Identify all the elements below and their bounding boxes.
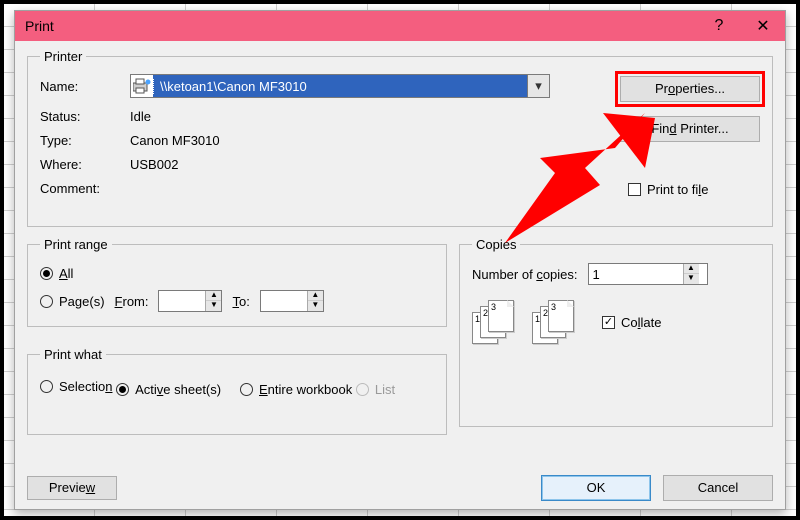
- printer-selected: \\ketoan1\Canon MF3010: [153, 79, 527, 94]
- radio-all[interactable]: All: [40, 262, 434, 284]
- collate-checkbox[interactable]: Collate: [602, 311, 661, 333]
- print-to-file-label: Print to file: [647, 182, 708, 197]
- comment-label: Comment:: [40, 181, 130, 196]
- copies-legend: Copies: [472, 237, 520, 252]
- from-label: From:: [115, 294, 149, 309]
- spin-down[interactable]: ▼: [308, 301, 323, 311]
- help-button[interactable]: ?: [697, 11, 741, 41]
- collate-diagram-icon: 1 2 3: [532, 300, 576, 344]
- radio-pages[interactable]: Page(s): [40, 290, 105, 312]
- print-range-group: Print range All Page(s) From: ▲▼ To: ▲▼: [27, 237, 447, 327]
- find-printer-button[interactable]: Find Printer...: [620, 116, 760, 142]
- preview-button[interactable]: Preview: [27, 476, 117, 500]
- to-spinbox[interactable]: ▲▼: [260, 290, 324, 312]
- radio-list: List: [356, 378, 395, 400]
- print-to-file-checkbox[interactable]: Print to file: [628, 178, 708, 200]
- dialog-footer: Preview OK Cancel: [15, 469, 785, 509]
- close-button[interactable]: ✕: [741, 11, 785, 41]
- cancel-button[interactable]: Cancel: [663, 475, 773, 501]
- properties-button[interactable]: Properties...: [620, 76, 760, 102]
- printer-select[interactable]: \\ketoan1\Canon MF3010 ▾: [130, 74, 550, 98]
- collate-label: Collate: [621, 315, 661, 330]
- to-label: To:: [232, 294, 249, 309]
- to-input[interactable]: [261, 291, 307, 311]
- status-value: Idle: [130, 109, 151, 124]
- print-dialog: Print ? ✕ Printer Name: \\ketoan1\Canon …: [14, 10, 786, 510]
- dialog-title: Print: [25, 18, 54, 34]
- collate-diagram-icon: 1 2 3: [472, 300, 516, 344]
- spin-down[interactable]: ▼: [684, 274, 699, 284]
- copies-spinbox[interactable]: ▲▼: [588, 263, 708, 285]
- print-what-legend: Print what: [40, 347, 106, 362]
- where-label: Where:: [40, 157, 130, 172]
- chevron-down-icon[interactable]: ▾: [527, 75, 549, 97]
- where-value: USB002: [130, 157, 178, 172]
- type-value: Canon MF3010: [130, 133, 220, 148]
- name-label: Name:: [40, 79, 130, 94]
- ok-button[interactable]: OK: [541, 475, 651, 501]
- from-input[interactable]: [159, 291, 205, 311]
- print-range-legend: Print range: [40, 237, 112, 252]
- printer-group: Printer Name: \\ketoan1\Canon MF3010 ▾ S…: [27, 49, 773, 227]
- copies-label: Number of copies:: [472, 267, 578, 282]
- status-label: Status:: [40, 109, 130, 124]
- copies-input[interactable]: [589, 264, 683, 284]
- radio-active-sheets[interactable]: Active sheet(s): [116, 378, 221, 400]
- titlebar[interactable]: Print ? ✕: [15, 11, 785, 41]
- radio-entire-workbook[interactable]: Entire workbook: [240, 378, 352, 400]
- type-label: Type:: [40, 133, 130, 148]
- printer-icon: [131, 75, 153, 97]
- spin-down[interactable]: ▼: [206, 301, 221, 311]
- radio-selection[interactable]: Selection: [40, 375, 112, 397]
- from-spinbox[interactable]: ▲▼: [158, 290, 222, 312]
- print-what-group: Print what Selection Active sheet(s) Ent…: [27, 347, 447, 435]
- printer-legend: Printer: [40, 49, 86, 64]
- copies-group: Copies Number of copies: ▲▼ 1 2 3 1: [459, 237, 773, 427]
